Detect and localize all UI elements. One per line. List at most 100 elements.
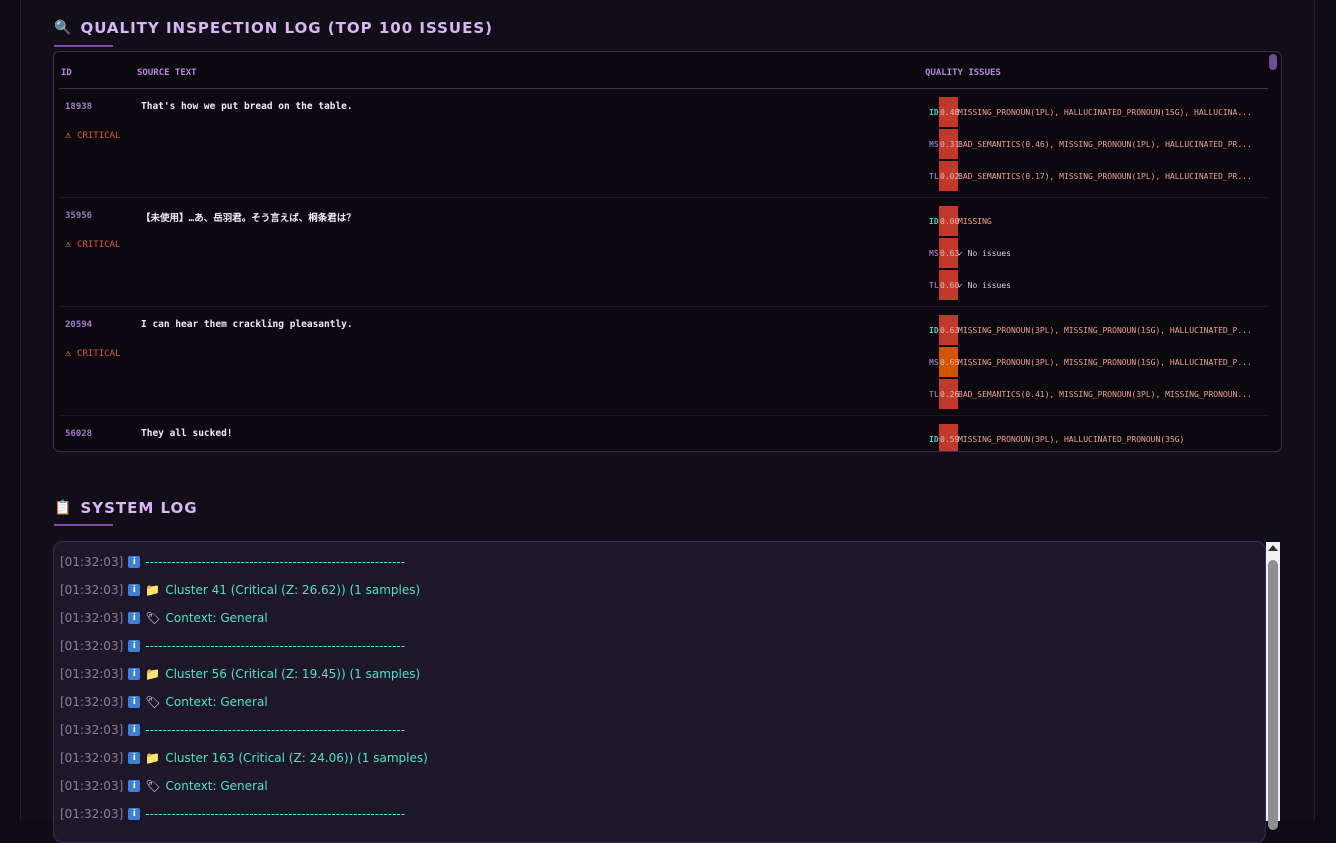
folder-icon: 📁 [145, 583, 161, 597]
issue-text: MISSING [958, 217, 992, 226]
issue-score: 0.00 [940, 217, 960, 226]
log-message: Context: General [165, 695, 268, 709]
warning-icon: ⚠ [65, 348, 72, 359]
inspection-title-underline [54, 45, 113, 47]
row-id: 20594 [65, 320, 93, 330]
issue-text: MISSING_PRONOUN(3PL), MISSING_PRONOUN(1S… [958, 358, 1252, 367]
log-timestamp: [01:32:03] [60, 667, 124, 681]
info-icon: i [128, 612, 141, 624]
column-id: ID [61, 68, 72, 78]
issue-text: ✓ No issues [958, 281, 1011, 290]
issue-entry-ms: MS 0.31 BAD_SEMANTICS(0.46), MISSING_PRO… [924, 129, 1281, 159]
info-icon: i [128, 752, 141, 764]
critical-badge: ⚠ CRITICAL [65, 130, 120, 141]
info-icon: i [128, 668, 141, 680]
model-tag: TL [929, 390, 939, 399]
issue-text: BAD_SEMANTICS(0.17), MISSING_PRONOUN(1PL… [958, 172, 1252, 181]
log-line: [01:32:03] i 🏷 Context: General [60, 611, 268, 625]
log-message: ----------------------------------------… [145, 807, 406, 821]
issue-text: BAD_SEMANTICS(0.41), MISSING_PRONOUN(3PL… [958, 390, 1252, 399]
inspection-title: 🔍 QUALITY INSPECTION LOG (TOP 100 ISSUES… [54, 19, 493, 37]
tag-icon: 🏷 [145, 779, 161, 793]
log-line: [01:32:03] i 📁 Cluster 56 (Critical (Z: … [60, 667, 420, 681]
issue-text: BAD_SEMANTICS(0.46), MISSING_PRONOUN(1PL… [958, 140, 1252, 149]
issue-entry-tl: TL 0.26 BAD_SEMANTICS(0.41), MISSING_PRO… [924, 379, 1281, 409]
log-line: [01:32:03] i ---------------------------… [60, 639, 405, 653]
log-line: [01:32:03] i 📁 Cluster 163 (Critical (Z:… [60, 751, 428, 765]
table-row[interactable]: 20594 ⚠ CRITICAL I can hear them cracklin… [59, 306, 1268, 416]
log-timestamp: [01:32:03] [60, 583, 124, 597]
model-tag: MS [929, 140, 939, 149]
log-line: [01:32:03] i 🏷 Context: General [60, 695, 268, 709]
table-row[interactable]: 35956 ⚠ CRITICAL 【未使用】…あ、岳羽君。そう言えば、桐条君は？ … [59, 197, 1268, 307]
tag-icon: 🏷 [145, 611, 161, 625]
column-source-text: SOURCE TEXT [137, 68, 197, 78]
log-message: Cluster 163 (Critical (Z: 24.06)) (1 sam… [165, 751, 428, 765]
log-message: ----------------------------------------… [145, 723, 406, 737]
model-tag: MS [929, 249, 939, 258]
issue-entry-id: ID 0.59 MISSING_PRONOUN(3PL), HALLUCINAT… [924, 424, 1281, 451]
info-icon: i [128, 640, 141, 652]
log-timestamp: [01:32:03] [60, 695, 124, 709]
issue-score: 0.60 [940, 281, 960, 290]
issue-score: 0.48 [940, 108, 960, 117]
info-icon: i [128, 724, 141, 736]
model-tag: ID [929, 217, 939, 226]
log-timestamp: [01:32:03] [60, 807, 124, 821]
scroll-up-arrow-icon[interactable] [1268, 545, 1278, 551]
issue-entry-tl: TL 0.02 BAD_SEMANTICS(0.17), MISSING_PRO… [924, 161, 1281, 191]
issue-entry-ms: MS 0.63 ✓ No issues [924, 238, 1281, 268]
log-message: Context: General [165, 611, 268, 625]
log-message: Context: General [165, 779, 268, 793]
log-timestamp: [01:32:03] [60, 639, 124, 653]
system-log-title-underline [54, 524, 113, 526]
log-timestamp: [01:32:03] [60, 751, 124, 765]
status-text: CRITICAL [77, 348, 121, 359]
magnifier-icon: 🔍 [54, 20, 73, 36]
model-tag: ID [929, 108, 939, 117]
row-id: 35956 [65, 211, 93, 221]
column-quality-issues: QUALITY ISSUES [925, 68, 1001, 78]
source-text: I can hear them crackling pleasantly. [141, 319, 353, 330]
inspection-table[interactable]: ID SOURCE TEXT QUALITY ISSUES 18938 ⚠ CRI… [53, 51, 1282, 452]
table-row[interactable]: 56028 They all sucked! ID 0.59 MISSING_P… [59, 415, 1268, 451]
folder-icon: 📁 [145, 751, 161, 765]
model-tag: ID [929, 326, 939, 335]
source-text: They all sucked! [141, 428, 233, 439]
log-message: ----------------------------------------… [145, 639, 406, 653]
source-text: That's how we put bread on the table. [141, 101, 353, 112]
critical-badge: ⚠ CRITICAL [65, 348, 120, 359]
info-icon: i [128, 556, 141, 568]
info-icon: i [128, 584, 141, 596]
info-icon: i [128, 780, 141, 792]
issue-entry-id: ID 0.63 MISSING_PRONOUN(3PL), MISSING_PR… [924, 315, 1281, 345]
table-header: ID SOURCE TEXT QUALITY ISSUES [59, 52, 1268, 89]
issue-entry-tl: TL 0.60 ✓ No issues [924, 270, 1281, 300]
issue-score: 0.63 [940, 326, 960, 335]
status-text: CRITICAL [77, 130, 121, 141]
table-row[interactable]: 18938 ⚠ CRITICAL That's how we put bread … [59, 88, 1268, 198]
log-line: [01:32:03] i ---------------------------… [60, 723, 405, 737]
log-timestamp: [01:32:03] [60, 779, 124, 793]
issue-entry-id: ID 0.00 MISSING [924, 206, 1281, 236]
log-message: ----------------------------------------… [145, 555, 406, 569]
issue-entry-id: ID 0.48 MISSING_PRONOUN(1PL), HALLUCINAT… [924, 97, 1281, 127]
log-line: [01:32:03] i 🏷 Context: General [60, 779, 268, 793]
log-message: Cluster 56 (Critical (Z: 19.45)) (1 samp… [165, 667, 421, 681]
issue-score: 0.26 [940, 390, 960, 399]
issue-text: MISSING_PRONOUN(3PL), HALLUCINATED_PRONO… [958, 435, 1185, 444]
table-scrollbar[interactable] [1269, 54, 1277, 70]
source-text: 【未使用】…あ、岳羽君。そう言えば、桐条君は？ [141, 213, 356, 224]
warning-icon: ⚠ [65, 239, 72, 250]
clipboard-icon: 📋 [54, 500, 73, 516]
log-timestamp: [01:32:03] [60, 723, 124, 737]
status-text: CRITICAL [77, 239, 121, 250]
critical-badge: ⚠ CRITICAL [65, 239, 120, 250]
scroll-thumb[interactable] [1268, 560, 1278, 830]
model-tag: TL [929, 281, 939, 290]
system-log-scrollbar[interactable] [1266, 542, 1280, 830]
issue-score: 0.59 [940, 435, 960, 444]
log-timestamp: [01:32:03] [60, 555, 124, 569]
system-log-panel[interactable]: [01:32:03] i ---------------------------… [53, 541, 1266, 843]
issue-score: 0.63 [940, 249, 960, 258]
